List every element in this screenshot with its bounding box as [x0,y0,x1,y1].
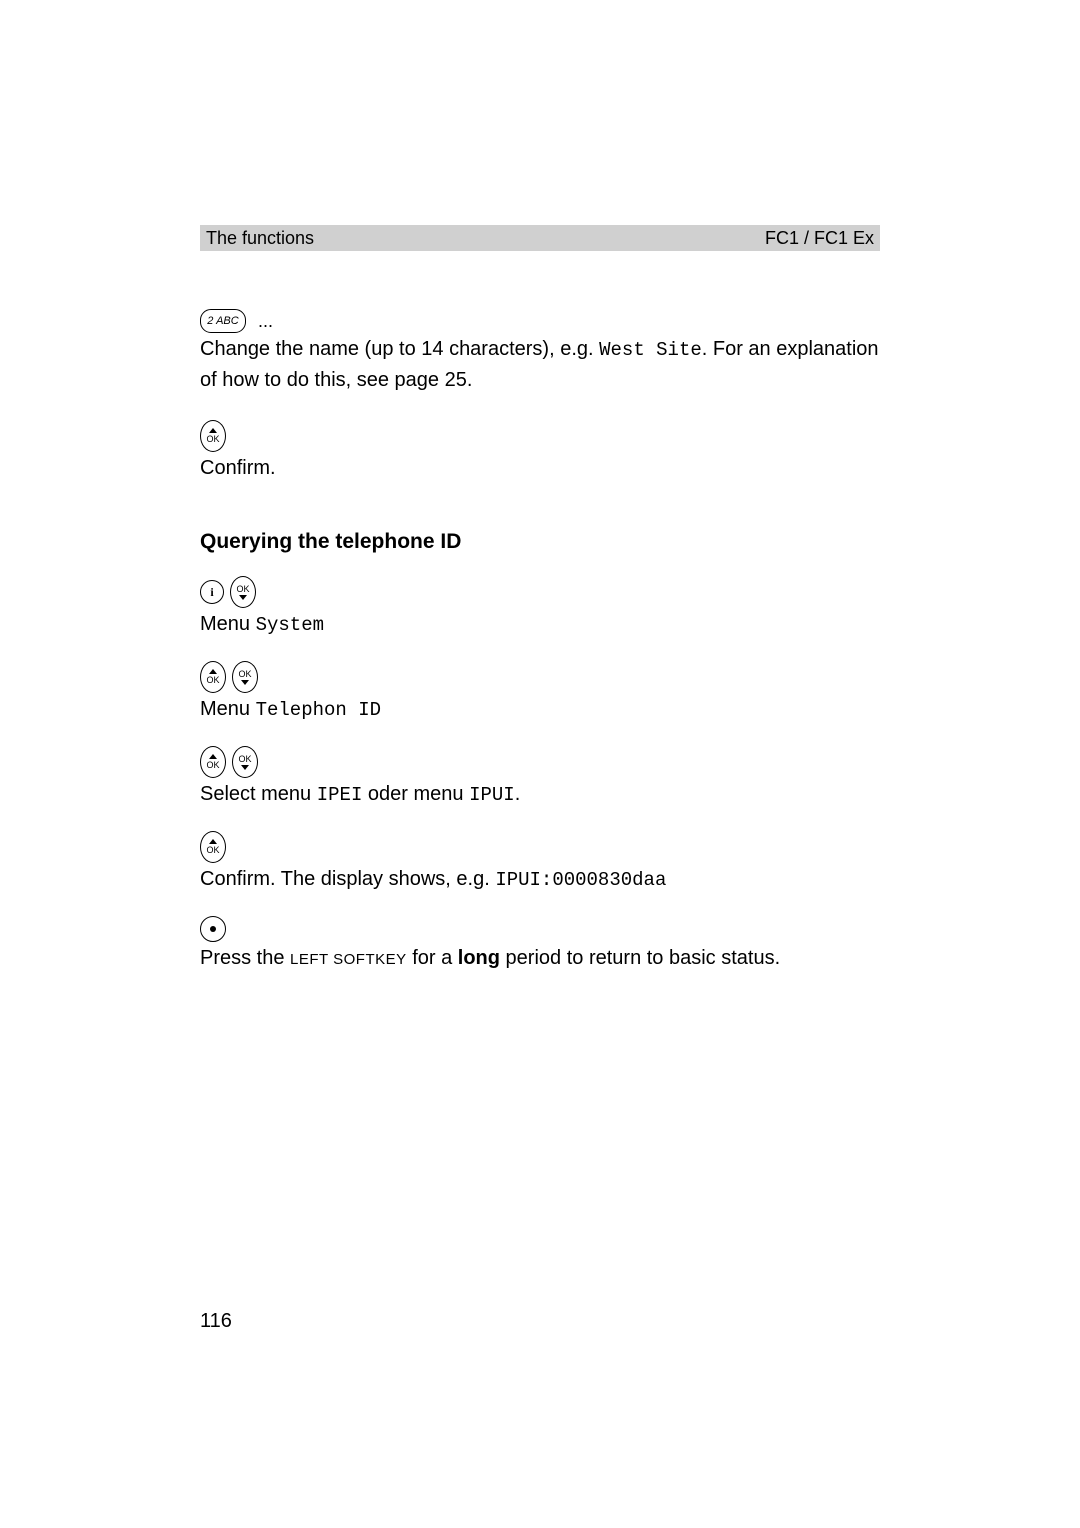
ellipsis: ... [258,311,273,332]
change-name-line1: Change the name (up to 14 characters), e… [200,335,880,364]
ok-label-3: OK [206,675,219,685]
arrow-up-icon-4 [209,839,217,844]
change-name-suffix1: . For an explanation [702,338,879,360]
info-button-icon: i [200,580,224,604]
arrow-up-icon-2 [209,669,217,674]
select-menu-line: Select menu IPEI oder menu IPUI. [200,780,880,809]
arrow-down-icon-2 [241,680,249,685]
final-mid: for a [407,947,458,969]
softkey-dot-icon [200,916,226,942]
select-ipui: IPUI [469,784,515,806]
confirm-display-prefix: Confirm. The display shows, e.g. [200,868,495,890]
final-suffix: period to return to basic status. [500,947,780,969]
step-menu-telephon: OK OK [200,661,880,693]
menu-system: System [256,614,324,636]
menu-prefix-1: Menu [200,613,256,635]
step-key-2abc: 2 ABC ... [200,309,880,333]
ok-label-7: OK [206,845,219,855]
dot-icon [210,926,216,932]
menu-telephon-line: Menu Telephon ID [200,695,880,724]
step-select-ipei-ipui: OK OK [200,746,880,778]
final-prefix: Press the [200,947,290,969]
info-label: i [210,585,213,600]
arrow-up-icon [209,428,217,433]
ok-down-icon-3: OK [232,746,258,778]
final-softkey: LEFT SOFTKEY [290,951,407,968]
ok-down-icon-2: OK [232,661,258,693]
step-confirm-1: OK [200,420,880,452]
menu-prefix-2: Menu [200,698,256,720]
ok-label-1: OK [206,434,219,444]
ok-label-5: OK [206,760,219,770]
header-left: The functions [206,228,314,249]
confirm-display-mono: IPUI:0000830daa [495,869,666,891]
ok-label-6: OK [238,754,251,764]
key-2abc-label: 2 ABC [207,315,238,327]
final-long: long [458,947,500,969]
final-line: Press the LEFT SOFTKEY for a long period… [200,944,880,974]
arrow-up-icon-3 [209,754,217,759]
ok-up-icon-3: OK [200,746,226,778]
ok-up-icon-4: OK [200,831,226,863]
ok-label-4: OK [238,669,251,679]
step-left-softkey [200,916,880,942]
section-header: The functions FC1 / FC1 Ex [200,225,880,251]
ok-down-icon-1: OK [230,576,256,608]
step-confirm-2: OK [200,831,880,863]
ok-up-icon-2: OK [200,661,226,693]
ok-up-icon: OK [200,420,226,452]
step-menu-system: i OK [200,576,880,608]
change-name-example: West Site [599,339,702,361]
ok-label-2: OK [236,584,249,594]
select-end: . [515,783,521,805]
change-name-prefix: Change the name (up to 14 characters), e… [200,338,599,360]
arrow-down-icon-1 [239,595,247,600]
menu-telephon-id: Telephon ID [256,699,381,721]
confirm-text-1: Confirm. [200,454,880,482]
confirm-display-line: Confirm. The display shows, e.g. IPUI:00… [200,865,880,894]
select-ipei: IPEI [317,784,363,806]
subheading-querying: Querying the telephone ID [200,530,880,554]
header-right: FC1 / FC1 Ex [765,228,874,249]
select-prefix: Select menu [200,783,317,805]
key-2abc-icon: 2 ABC [200,309,246,333]
menu-system-line: Menu System [200,610,880,639]
arrow-down-icon-3 [241,765,249,770]
page-number: 116 [200,1310,232,1333]
change-name-line2: of how to do this, see page 25. [200,366,880,394]
select-mid: oder menu [362,783,469,805]
